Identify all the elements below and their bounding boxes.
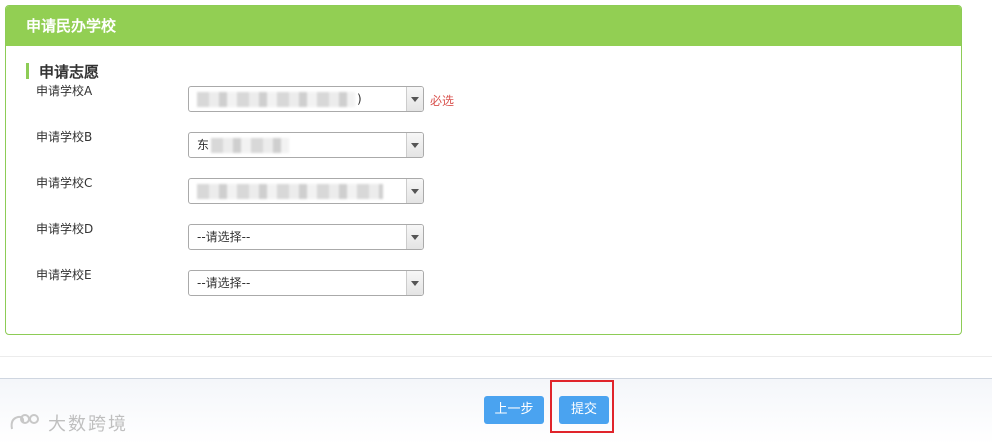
school-e-select[interactable]: --请选择-- bbox=[188, 270, 424, 296]
divider bbox=[0, 356, 992, 357]
chevron-down-icon[interactable] bbox=[406, 179, 423, 203]
school-a-select[interactable]: ) bbox=[188, 86, 424, 112]
school-b-label: 申请学校B bbox=[36, 130, 93, 144]
redacted-text bbox=[197, 184, 383, 199]
highlight-annotation bbox=[550, 380, 614, 433]
school-b-value: 东 bbox=[197, 138, 210, 152]
school-e-label: 申请学校E bbox=[36, 268, 92, 282]
school-a-value: ) bbox=[357, 92, 362, 106]
school-d-select[interactable]: --请选择-- bbox=[188, 224, 424, 250]
watermark-logo-icon bbox=[10, 414, 39, 430]
chevron-down-icon[interactable] bbox=[406, 225, 423, 249]
apply-private-school-panel: 申请民办学校 申请志愿 申请学校A ) 必选 申请学校B 东 申请学校C 申请学… bbox=[5, 5, 962, 335]
redacted-text bbox=[211, 138, 289, 153]
chevron-down-icon[interactable] bbox=[406, 133, 423, 157]
school-d-value: --请选择-- bbox=[197, 230, 251, 244]
section-heading: 申请志愿 bbox=[26, 62, 100, 81]
school-d-label: 申请学校D bbox=[36, 222, 94, 236]
watermark: 大数跨境 bbox=[8, 410, 128, 436]
section-accent-bar bbox=[26, 63, 29, 79]
school-c-select[interactable] bbox=[188, 178, 424, 204]
section-title: 申请志愿 bbox=[39, 62, 100, 81]
school-a-label: 申请学校A bbox=[36, 84, 93, 98]
chevron-down-icon[interactable] bbox=[406, 271, 423, 295]
prev-step-button[interactable]: 上一步 bbox=[484, 396, 544, 424]
watermark-text: 大数跨境 bbox=[48, 414, 128, 435]
panel-title: 申请民办学校 bbox=[6, 6, 961, 46]
school-e-value: --请选择-- bbox=[197, 276, 251, 290]
required-note: 必选 bbox=[430, 94, 455, 108]
chevron-down-icon[interactable] bbox=[406, 87, 423, 111]
school-b-select[interactable]: 东 bbox=[188, 132, 424, 158]
school-c-label: 申请学校C bbox=[36, 176, 93, 190]
redacted-text bbox=[197, 92, 355, 107]
